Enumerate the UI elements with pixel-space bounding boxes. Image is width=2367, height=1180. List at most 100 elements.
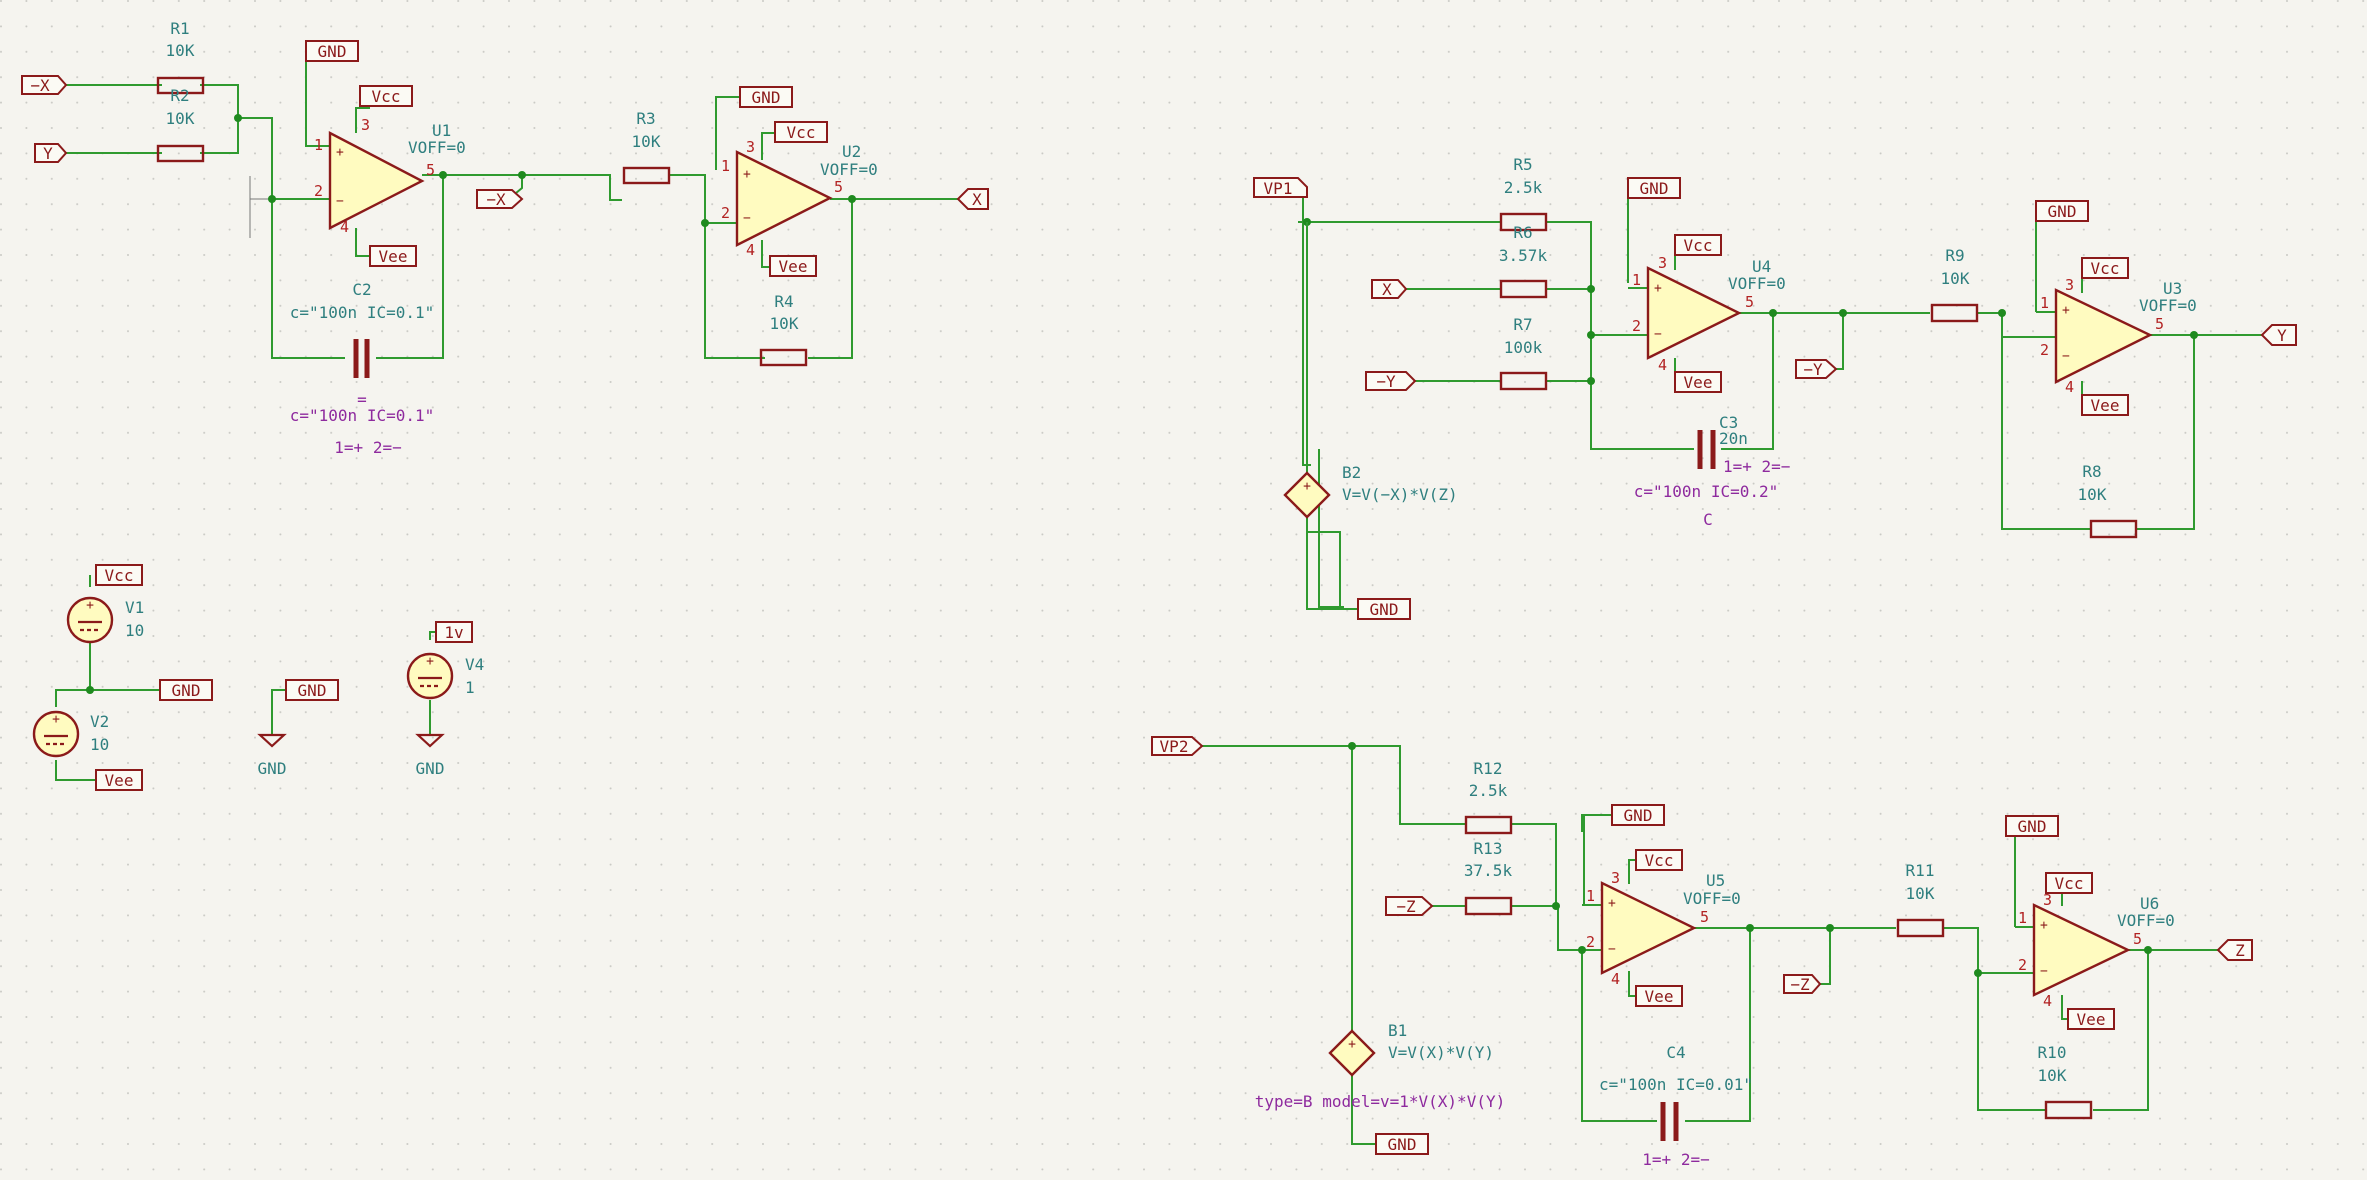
power-vcc-text: Vcc [2055,874,2084,893]
ground-label: GND [258,759,287,778]
c4-spice-pins: 1=+ 2=− [1642,1150,1709,1169]
power-gnd-text: GND [752,88,781,107]
v2-value: 10 [90,735,109,754]
label-neg-y-in-text: −Y [1376,372,1396,391]
r13-ref: R13 [1474,839,1503,858]
label-neg-z-in-text: −Z [1396,897,1416,916]
r13-value: 37.5k [1464,861,1513,880]
u6-pin1: 1 [2018,909,2027,927]
u1-pin5: 5 [426,161,435,179]
u5-pin2: 2 [1586,933,1595,951]
u3-pin1: 1 [2040,294,2049,312]
r5-value: 2.5k [1504,178,1543,197]
b1-spice: type=B model=v=1*V(X)*V(Y) [1255,1092,1505,1111]
schematic-canvas[interactable]: R1 10K R2 10K R3 10K R4 10K C2 c="100n I… [0,0,2367,1180]
junction [1769,309,1777,317]
junction [2144,946,2152,954]
junction [1587,377,1595,385]
label-y-out-text: Y [2277,326,2287,345]
power-vcc-text: Vcc [2091,259,2120,278]
junction [1826,924,1834,932]
u3-pin5: 5 [2155,315,2164,333]
v4-ref: V4 [465,655,484,674]
power-gnd-text: GND [2048,202,2077,221]
power-vcc-text: Vcc [105,566,134,585]
u5-value: VOFF=0 [1683,889,1741,908]
c3-spice-type: C [1703,510,1713,529]
junction [1998,309,2006,317]
u2-pin2: 2 [721,204,730,222]
r11-ref: R11 [1906,861,1935,880]
label-neg-x-left-text: −X [30,76,50,95]
power-1v-text: 1v [444,623,463,642]
u6-pin2: 2 [2018,956,2027,974]
v1-value: 10 [125,621,144,640]
power-vee-text: Vee [105,771,134,790]
r6-ref: R6 [1513,223,1532,242]
junction [1578,946,1586,954]
power-vee-text: Vee [379,247,408,266]
junction [848,195,856,203]
r8-ref: R8 [2082,462,2101,481]
r7-ref: R7 [1513,315,1532,334]
u1-pin4: 4 [340,218,349,236]
u5-pin3: 3 [1611,869,1620,887]
c4-value: c="100n IC=0.01" [1599,1075,1753,1094]
u4-pin2: 2 [1632,317,1641,335]
v1-ref: V1 [125,598,144,617]
u2-value: VOFF=0 [820,160,878,179]
label-x-right-text: X [972,190,982,209]
c4-ref: C4 [1666,1043,1685,1062]
power-vee-text: Vee [2091,396,2120,415]
u4-pin4: 4 [1658,356,1667,374]
label-vp1-text: VP1 [1264,179,1293,198]
r3-ref: R3 [636,109,655,128]
u2-pin1: 1 [721,157,730,175]
v1-plus: + [86,598,94,613]
u1-minus: − [336,194,344,209]
u2-pin4: 4 [746,241,755,259]
label-neg-z-mid-text: −Z [1790,975,1810,994]
power-vee-text: Vee [1645,987,1674,1006]
r5-ref: R5 [1513,155,1532,174]
u1-pin3: 3 [361,116,370,134]
u4-value: VOFF=0 [1728,274,1786,293]
u4-minus: − [1654,327,1662,342]
u5-minus: − [1608,942,1616,957]
c3-spice-value: c="100n IC=0.2" [1634,482,1779,501]
power-gnd-text: GND [2018,817,2047,836]
u4-plus: + [1654,281,1662,296]
u6-pin5: 5 [2133,930,2142,948]
u4-pin1: 1 [1632,271,1641,289]
power-gnd-text: GND [172,681,201,700]
label-z-out-text: Z [2235,941,2245,960]
junction [518,171,526,179]
r9-value: 10K [1941,269,1970,288]
r1-value: 10K [166,41,195,60]
power-vcc-text: Vcc [1645,851,1674,870]
u5-ref: U5 [1706,871,1725,890]
power-vee-text: Vee [779,257,808,276]
power-gnd-text: GND [318,42,347,61]
power-gnd-text: GND [1388,1135,1417,1154]
b1-ref: B1 [1388,1021,1407,1040]
junction [2190,331,2198,339]
power-gnd-text: GND [1624,806,1653,825]
u3-pin3: 3 [2065,276,2074,294]
v2-plus: + [52,712,60,727]
u5-pin4: 4 [1611,970,1620,988]
u2-pin5: 5 [834,178,843,196]
r8-value: 10K [2078,485,2107,504]
power-vcc-text: Vcc [787,123,816,142]
power-gnd-text: GND [1640,179,1669,198]
junction [86,686,94,694]
power-vcc-text: Vcc [372,87,401,106]
b2-ref: B2 [1342,463,1361,482]
u3-minus: − [2062,349,2070,364]
junction [1974,969,1982,977]
junction [1587,285,1595,293]
r12-ref: R12 [1474,759,1503,778]
label-neg-y-mid-text: −Y [1803,360,1823,379]
ground-label: GND [416,759,445,778]
u3-pin4: 4 [2065,378,2074,396]
